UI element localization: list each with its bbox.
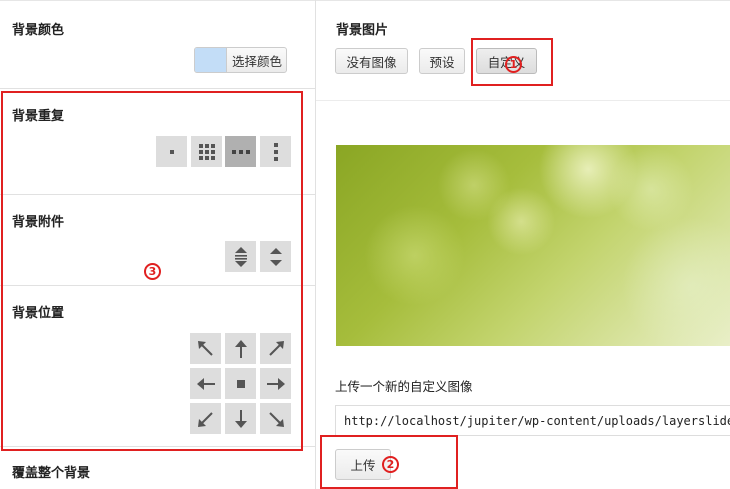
no-image-button[interactable]: 没有图像 [335, 48, 408, 74]
column-divider [315, 0, 316, 489]
top-border [0, 0, 730, 1]
annotation-marker-2: 2 [382, 456, 399, 473]
divider-color [0, 88, 315, 89]
bg-image-label: 背景图片 [336, 23, 389, 38]
divider-image [316, 100, 730, 101]
bg-color-label: 背景颜色 [12, 23, 65, 38]
choose-color-button[interactable]: 选择颜色 [194, 47, 287, 73]
upload-label: 上传一个新的自定义图像 [335, 379, 473, 394]
color-swatch [195, 48, 227, 72]
choose-color-label: 选择颜色 [232, 53, 283, 69]
image-url-field[interactable]: http://localhost/jupiter/wp-content/uplo… [335, 405, 730, 436]
annotation-marker-3: 3 [144, 263, 161, 280]
background-image-preview [336, 145, 730, 346]
preset-button[interactable]: 预设 [419, 48, 465, 74]
annotation-marker-1: 1 [505, 56, 522, 73]
bg-cover-label: 覆盖整个背景 [12, 466, 91, 481]
